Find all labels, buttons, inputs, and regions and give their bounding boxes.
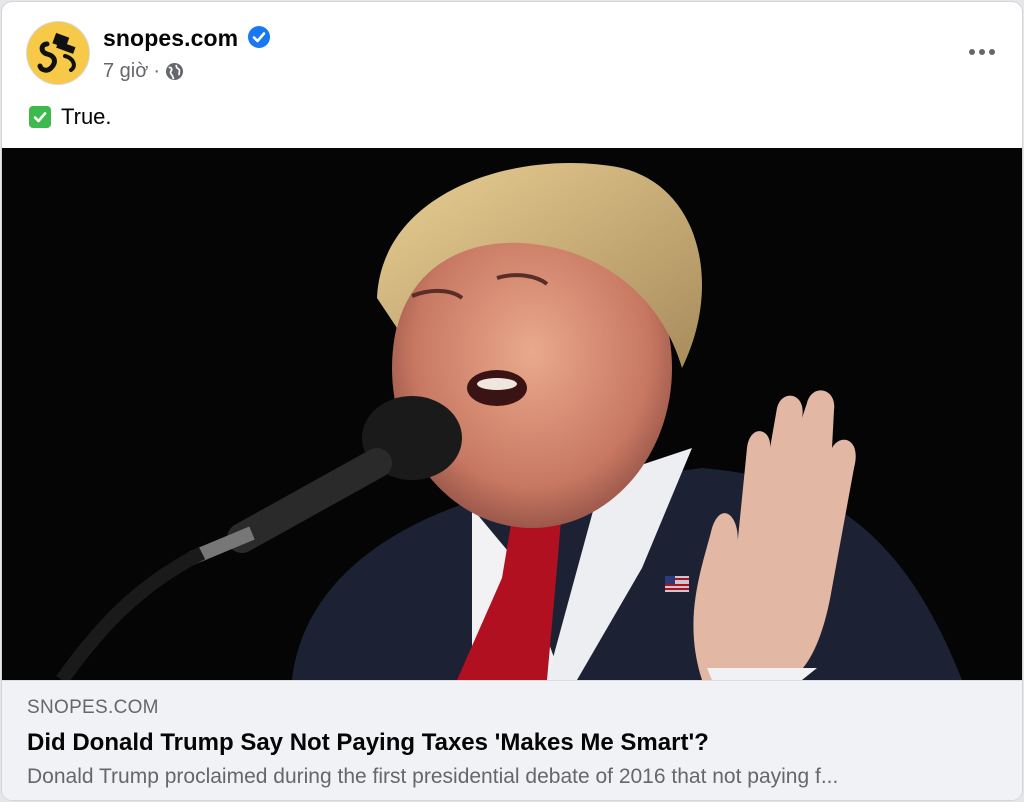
more-dot-icon — [969, 49, 975, 55]
globe-icon[interactable] — [165, 62, 184, 81]
more-options-button[interactable] — [962, 32, 1002, 72]
page-name-link[interactable]: snopes.com — [103, 25, 238, 52]
post-text-content: True. — [61, 104, 112, 129]
more-dot-icon — [989, 49, 995, 55]
check-mark-button-icon — [29, 106, 51, 128]
post-timestamp[interactable]: 7 giờ — [103, 60, 148, 83]
post-card: snopes.com 7 giờ · True. SNOPES.COM Did … — [2, 2, 1022, 800]
more-dot-icon — [979, 49, 985, 55]
verified-badge-icon — [248, 26, 270, 48]
speaker-photo — [2, 148, 1022, 680]
post-meta: 7 giờ · — [103, 58, 184, 84]
post-photo[interactable] — [2, 148, 1022, 680]
snopes-logo-icon — [27, 22, 89, 84]
link-domain: SNOPES.COM — [27, 697, 159, 718]
link-preview[interactable]: SNOPES.COM Did Donald Trump Say Not Payi… — [2, 680, 1022, 800]
post-header: snopes.com 7 giờ · True. — [2, 2, 1022, 148]
link-title[interactable]: Did Donald Trump Say Not Paying Taxes 'M… — [27, 729, 709, 757]
meta-separator: · — [153, 59, 161, 82]
post-text: True. — [29, 102, 112, 132]
link-description: Donald Trump proclaimed during the first… — [27, 765, 839, 788]
page-avatar[interactable] — [27, 22, 89, 84]
